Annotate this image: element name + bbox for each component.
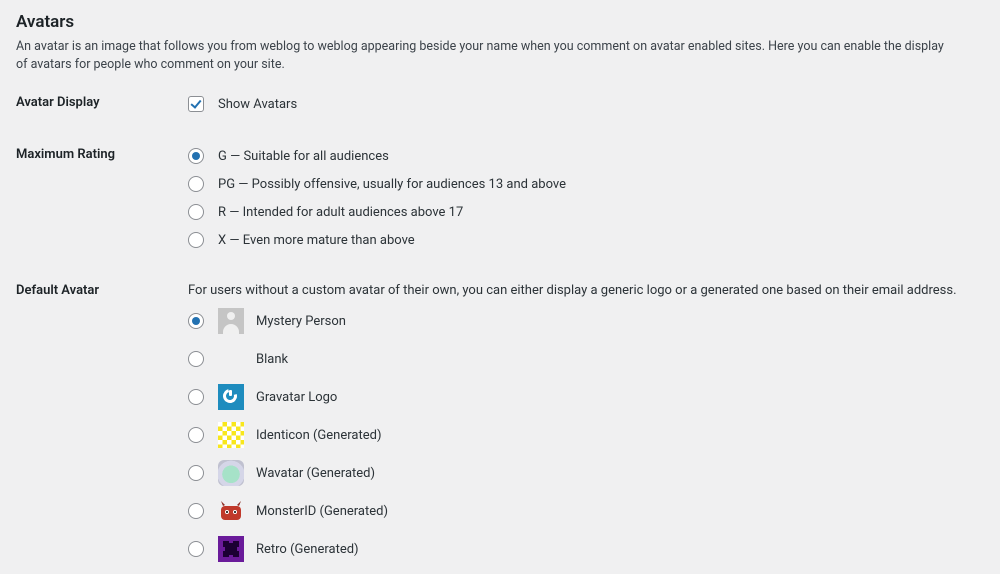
default-avatar-option-label: MonsterID (Generated) bbox=[256, 504, 388, 519]
default-avatar-radio-retro[interactable] bbox=[188, 541, 204, 557]
default-avatar-option-mystery[interactable]: Mystery Person bbox=[188, 308, 346, 334]
rating-option-pg[interactable]: PG — Possibly offensive, usually for aud… bbox=[188, 176, 566, 192]
default-avatar-radio-blank[interactable] bbox=[188, 351, 204, 367]
default-avatar-option-identicon[interactable]: Identicon (Generated) bbox=[188, 422, 381, 448]
blank-avatar-icon bbox=[218, 346, 244, 372]
default-avatar-description: For users without a custom avatar of the… bbox=[188, 283, 984, 298]
identicon-avatar-icon bbox=[218, 422, 244, 448]
default-avatar-radio-identicon[interactable] bbox=[188, 427, 204, 443]
default-avatar-label: Default Avatar bbox=[16, 283, 188, 298]
default-avatar-option-label: Mystery Person bbox=[256, 314, 346, 329]
rating-radio-x[interactable] bbox=[188, 232, 204, 248]
monster-avatar-icon bbox=[218, 498, 244, 524]
section-description: An avatar is an image that follows you f… bbox=[16, 38, 956, 73]
default-avatar-option-label: Wavatar (Generated) bbox=[256, 466, 375, 481]
rating-option-r[interactable]: R — Intended for adult audiences above 1… bbox=[188, 204, 463, 220]
avatar-display-label: Avatar Display bbox=[16, 95, 188, 110]
rating-radio-pg[interactable] bbox=[188, 176, 204, 192]
retro-avatar-icon bbox=[218, 536, 244, 562]
rating-option-label: G — Suitable for all audiences bbox=[218, 149, 389, 164]
section-title: Avatars bbox=[16, 12, 984, 32]
default-avatar-radio-monsterid[interactable] bbox=[188, 503, 204, 519]
default-avatar-option-gravatar[interactable]: Gravatar Logo bbox=[188, 384, 337, 410]
default-avatar-option-label: Retro (Generated) bbox=[256, 542, 359, 557]
show-avatars-option[interactable]: Show Avatars bbox=[188, 96, 297, 112]
rating-option-label: X — Even more mature than above bbox=[218, 233, 415, 248]
default-avatar-option-monsterid[interactable]: MonsterID (Generated) bbox=[188, 498, 388, 524]
wavatar-avatar-icon bbox=[218, 460, 244, 486]
rating-radio-r[interactable] bbox=[188, 204, 204, 220]
default-avatar-radio-gravatar[interactable] bbox=[188, 389, 204, 405]
row-avatar-display: Avatar Display Show Avatars bbox=[16, 95, 984, 123]
default-avatar-option-label: Blank bbox=[256, 352, 288, 367]
row-default-avatar: Default Avatar For users without a custo… bbox=[16, 283, 984, 574]
rating-option-x[interactable]: X — Even more mature than above bbox=[188, 232, 415, 248]
default-avatar-radio-wavatar[interactable] bbox=[188, 465, 204, 481]
default-avatar-option-label: Identicon (Generated) bbox=[256, 428, 381, 443]
mystery-avatar-icon bbox=[218, 308, 244, 334]
rating-option-label: PG — Possibly offensive, usually for aud… bbox=[218, 177, 566, 192]
default-avatar-radio-mystery[interactable] bbox=[188, 313, 204, 329]
default-avatar-option-label: Gravatar Logo bbox=[256, 390, 337, 405]
maximum-rating-label: Maximum Rating bbox=[16, 147, 188, 162]
rating-radio-g[interactable] bbox=[188, 148, 204, 164]
default-avatar-option-retro[interactable]: Retro (Generated) bbox=[188, 536, 359, 562]
rating-option-g[interactable]: G — Suitable for all audiences bbox=[188, 148, 389, 164]
show-avatars-label: Show Avatars bbox=[218, 97, 297, 112]
row-maximum-rating: Maximum Rating G — Suitable for all audi… bbox=[16, 147, 984, 259]
default-avatar-option-wavatar[interactable]: Wavatar (Generated) bbox=[188, 460, 375, 486]
default-avatar-option-blank[interactable]: Blank bbox=[188, 346, 288, 372]
show-avatars-checkbox[interactable] bbox=[188, 96, 204, 112]
gravatar-avatar-icon bbox=[218, 384, 244, 410]
rating-option-label: R — Intended for adult audiences above 1… bbox=[218, 205, 463, 220]
